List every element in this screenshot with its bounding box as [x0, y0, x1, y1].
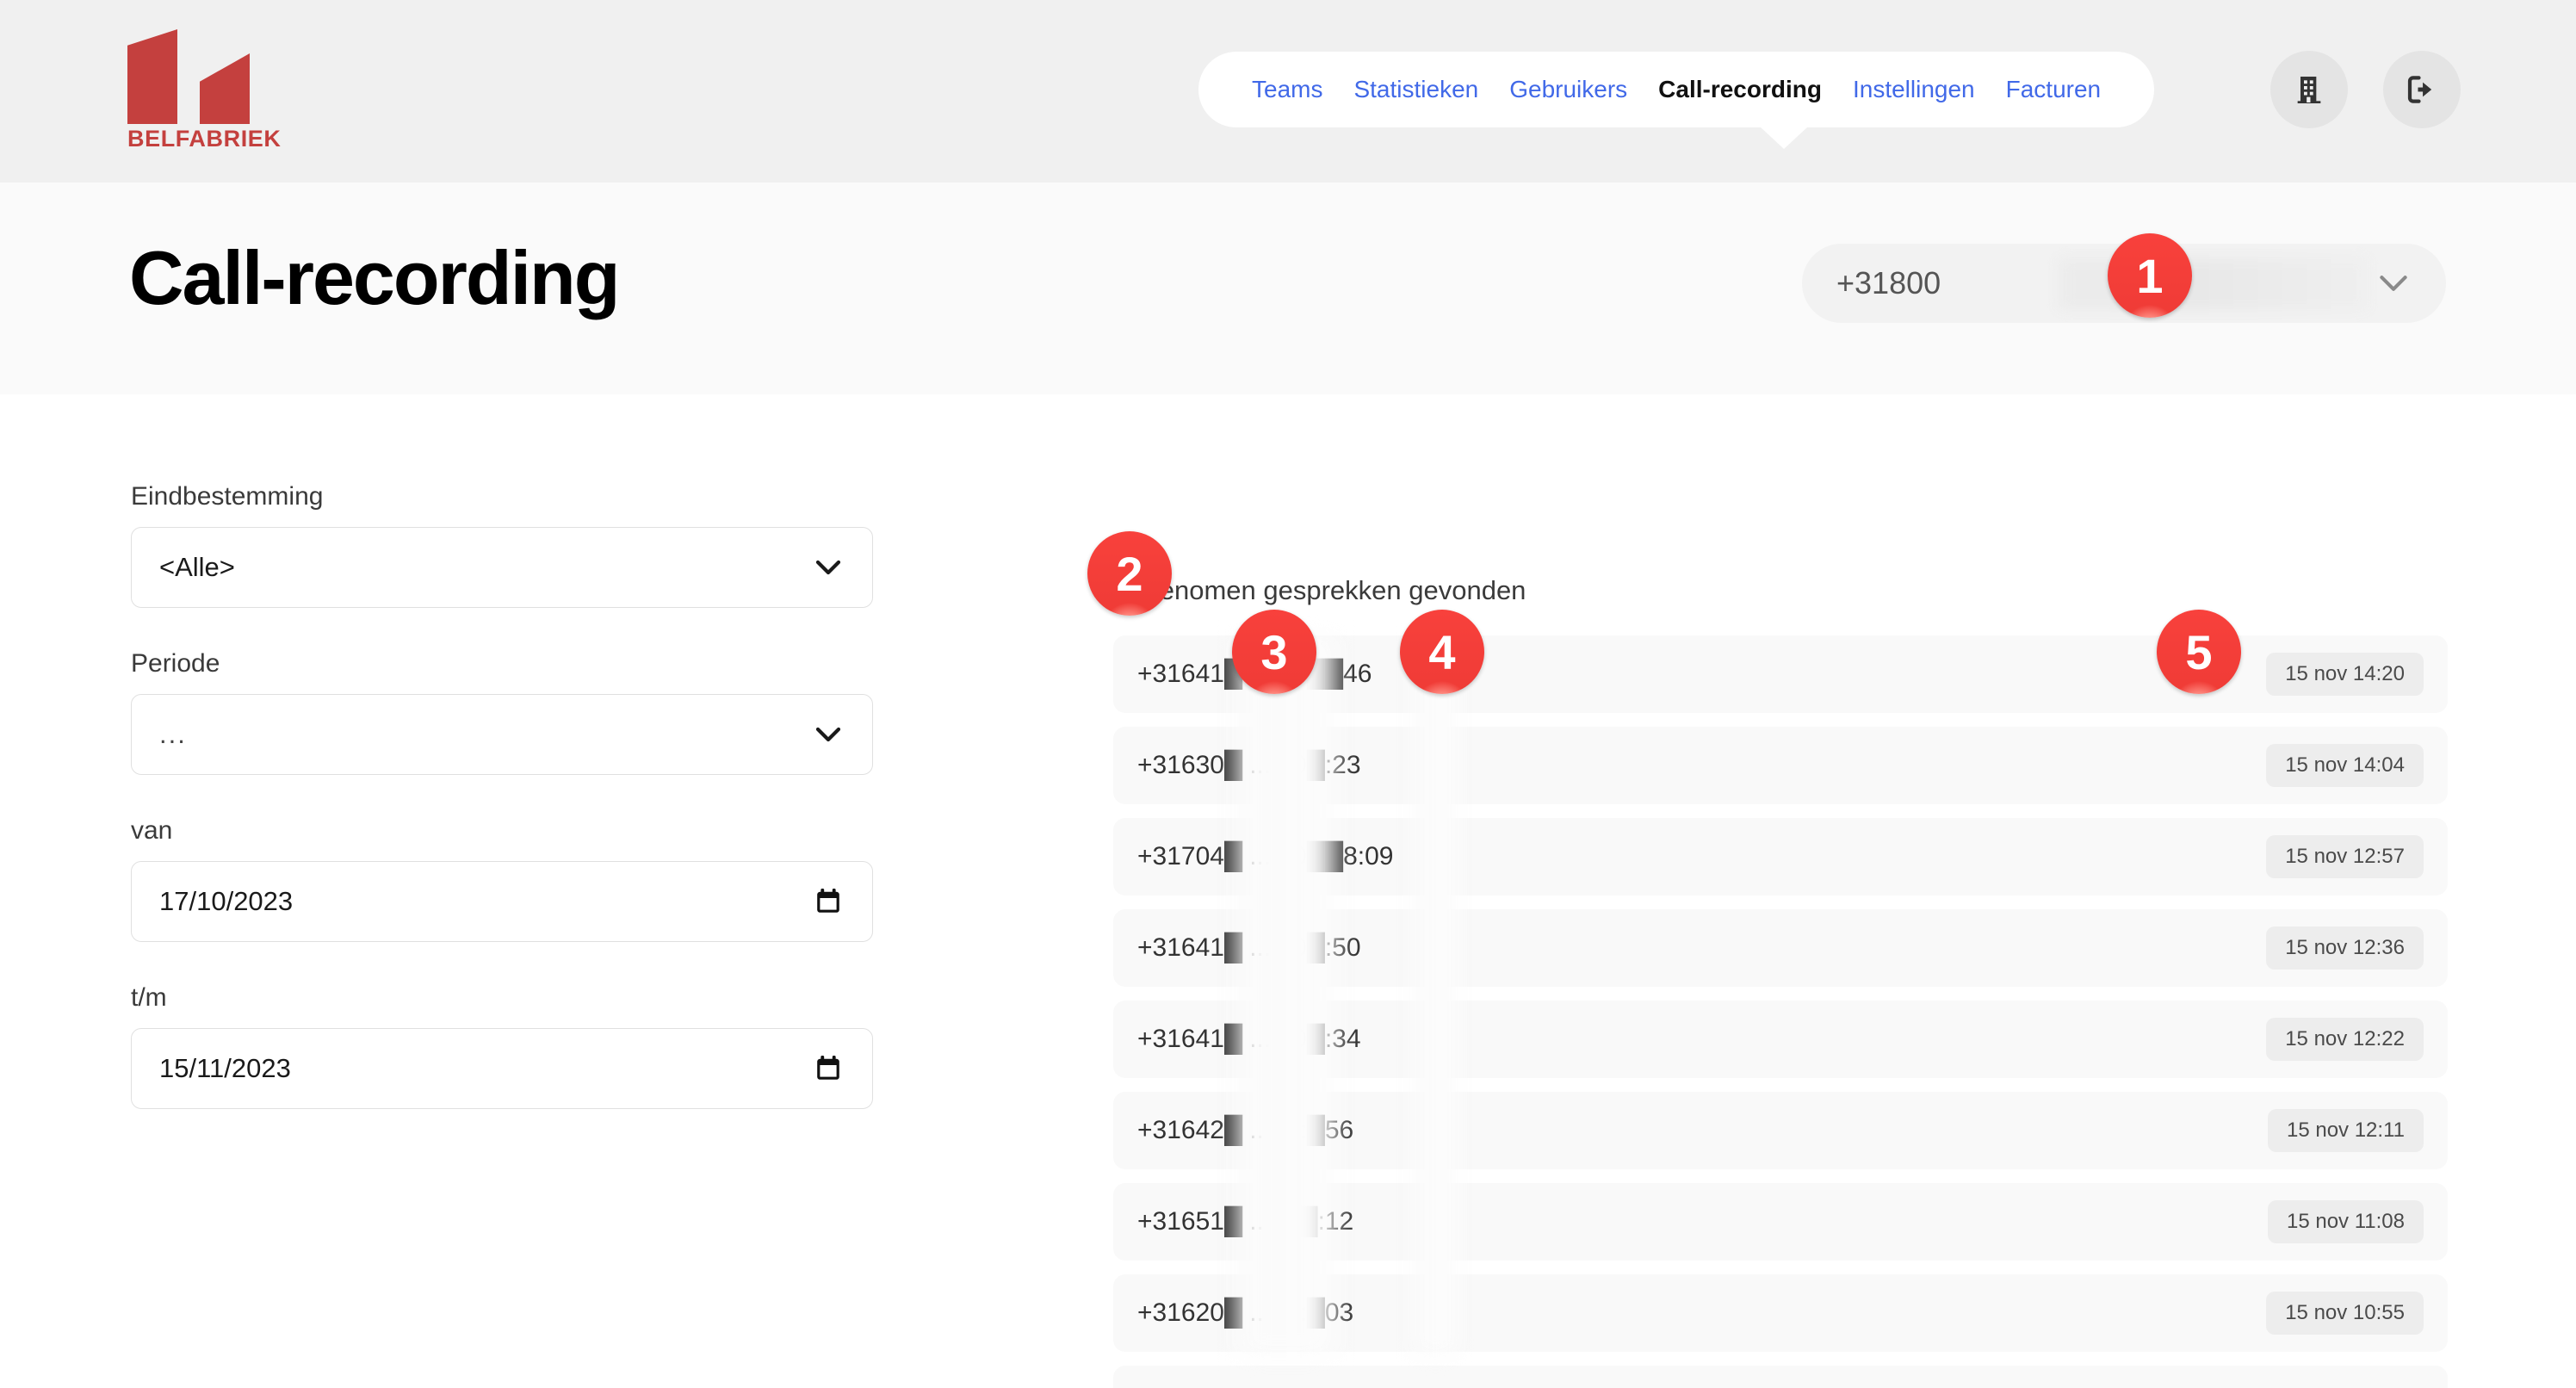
annotation-badge-4: 4	[1400, 610, 1484, 694]
organisation-button[interactable]	[2270, 51, 2348, 128]
page-title: Call-recording	[129, 235, 621, 320]
call-timestamp: 15 nov 12:11	[2267, 1109, 2424, 1152]
phone-number-value: +31800	[1836, 265, 1941, 301]
periode-value: ...	[159, 719, 187, 749]
call-timestamp: 15 nov 14:04	[2266, 744, 2424, 787]
logout-button[interactable]	[2383, 51, 2461, 128]
call-timestamp: 15 nov 12:36	[2266, 926, 2424, 970]
call-timestamp: 15 nov 12:57	[2266, 835, 2424, 878]
van-label: van	[131, 816, 173, 845]
main-navigation: Teams Statistieken Gebruikers Call-recor…	[1198, 52, 2155, 127]
call-number: +31630█	[1137, 751, 1243, 779]
eindbestemming-label: Eindbestemming	[131, 482, 324, 511]
nav-item-gebruikers[interactable]: Gebruikers	[1494, 76, 1643, 103]
table-row[interactable]: +31642█ .. 00:█56 15 nov 12:11	[1113, 1092, 2448, 1169]
call-separator: ...	[1249, 842, 1272, 871]
call-duration: 00█:23	[1278, 751, 1361, 779]
results-summary-text: opgenomen gesprekken gevonden	[1115, 575, 1526, 605]
tm-date-value: 15/11/2023	[159, 1053, 291, 1083]
table-row[interactable]: +31630█ ... 00█:23 15 nov 14:04	[1113, 727, 2448, 804]
logo-bar-tall	[127, 29, 177, 124]
nav-item-instellingen[interactable]: Instellingen	[1837, 76, 1991, 103]
van-date-input[interactable]: 17/10/2023	[131, 861, 873, 942]
periode-select[interactable]: ...	[131, 694, 873, 775]
annotation-badge-1: 1	[2108, 233, 2192, 318]
call-timestamp: 15 nov 10:55	[2266, 1292, 2424, 1335]
call-separator: ...	[1249, 1025, 1272, 1053]
table-row[interactable]: +31620█ .. 00:█03 15 nov 10:55	[1113, 1274, 2448, 1352]
chevron-down-icon	[2380, 276, 2407, 291]
tm-label: t/m	[131, 983, 167, 1012]
call-separator: ..	[1249, 1298, 1264, 1327]
chevron-down-icon	[815, 727, 841, 742]
call-duration: 00██8:09	[1278, 842, 1394, 871]
call-number: +31651█	[1137, 1207, 1243, 1236]
logo-mark-icon	[127, 29, 291, 124]
call-number: +31620█	[1137, 1298, 1243, 1327]
call-separator: ..	[1249, 1116, 1264, 1144]
eindbestemming-value: <Alle>	[159, 552, 235, 582]
call-duration: 00:█03	[1270, 1298, 1354, 1327]
filter-panel: Eindbestemming <Alle> Periode ... van 17…	[131, 482, 873, 1150]
call-number: +31641█	[1137, 1025, 1243, 1053]
table-row[interactable]: +31651█ .. 00█:12 15 nov 11:08	[1113, 1183, 2448, 1261]
call-duration: 00█:12	[1270, 1207, 1354, 1236]
building-icon	[2297, 77, 2321, 103]
call-recording-list[interactable]: +31641█ ... 00██46 15 nov 14:20 +31630█ …	[1113, 635, 2448, 1388]
call-separator: ...	[1249, 751, 1272, 779]
annotation-badge-3: 3	[1232, 610, 1316, 694]
phone-number-redaction	[2058, 258, 2368, 310]
nav-item-facturen[interactable]: Facturen	[1991, 76, 2117, 103]
table-row[interactable]: +31641█ ... 00█:34 15 nov 12:22	[1113, 1001, 2448, 1078]
call-timestamp: 15 nov 11:08	[2267, 1200, 2424, 1243]
call-timestamp: 15 nov 12:22	[2266, 1018, 2424, 1061]
calendar-icon[interactable]	[815, 888, 841, 915]
nav-item-teams[interactable]: Teams	[1236, 76, 1338, 103]
annotation-badge-2: 2	[1087, 531, 1172, 616]
nav-active-pointer	[1760, 127, 1808, 149]
tm-date-input[interactable]: 15/11/2023	[131, 1028, 873, 1109]
call-number: +31704█	[1137, 842, 1243, 871]
chevron-down-icon	[815, 560, 841, 575]
periode-label: Periode	[131, 649, 220, 678]
logo-wordmark: BELFABRIEK	[127, 126, 282, 152]
table-row[interactable]: +31641█ ... 00█:50 15 nov 12:36	[1113, 909, 2448, 987]
app-header: BELFABRIEK Teams Statistieken Gebruikers…	[0, 0, 2576, 183]
call-duration: 00█:34	[1278, 1025, 1361, 1053]
logout-icon	[2407, 76, 2432, 103]
call-timestamp: 15 nov 14:20	[2266, 653, 2424, 696]
results-summary: opgenomen gesprekken gevonden	[1115, 575, 1526, 606]
eindbestemming-select[interactable]: <Alle>	[131, 527, 873, 608]
calendar-icon[interactable]	[815, 1055, 841, 1082]
van-date-value: 17/10/2023	[159, 886, 294, 916]
call-number: +31641█	[1137, 933, 1243, 962]
call-duration: 00█:50	[1278, 933, 1361, 962]
table-row[interactable]	[1113, 1366, 2448, 1388]
table-row[interactable]: +31704█ ... 00██8:09 15 nov 12:57	[1113, 818, 2448, 895]
nav-item-statistieken[interactable]: Statistieken	[1338, 76, 1494, 103]
call-separator: ..	[1249, 1207, 1264, 1236]
belfabriek-logo[interactable]: BELFABRIEK	[127, 29, 291, 157]
call-number: +31641█	[1137, 660, 1243, 688]
call-number: +31642█	[1137, 1116, 1243, 1144]
annotation-badge-5: 5	[2157, 610, 2241, 694]
call-duration: 00:█56	[1270, 1116, 1354, 1144]
call-separator: ...	[1249, 933, 1272, 962]
logo-bar-short	[200, 53, 250, 124]
nav-item-call-recording[interactable]: Call-recording	[1643, 76, 1837, 103]
